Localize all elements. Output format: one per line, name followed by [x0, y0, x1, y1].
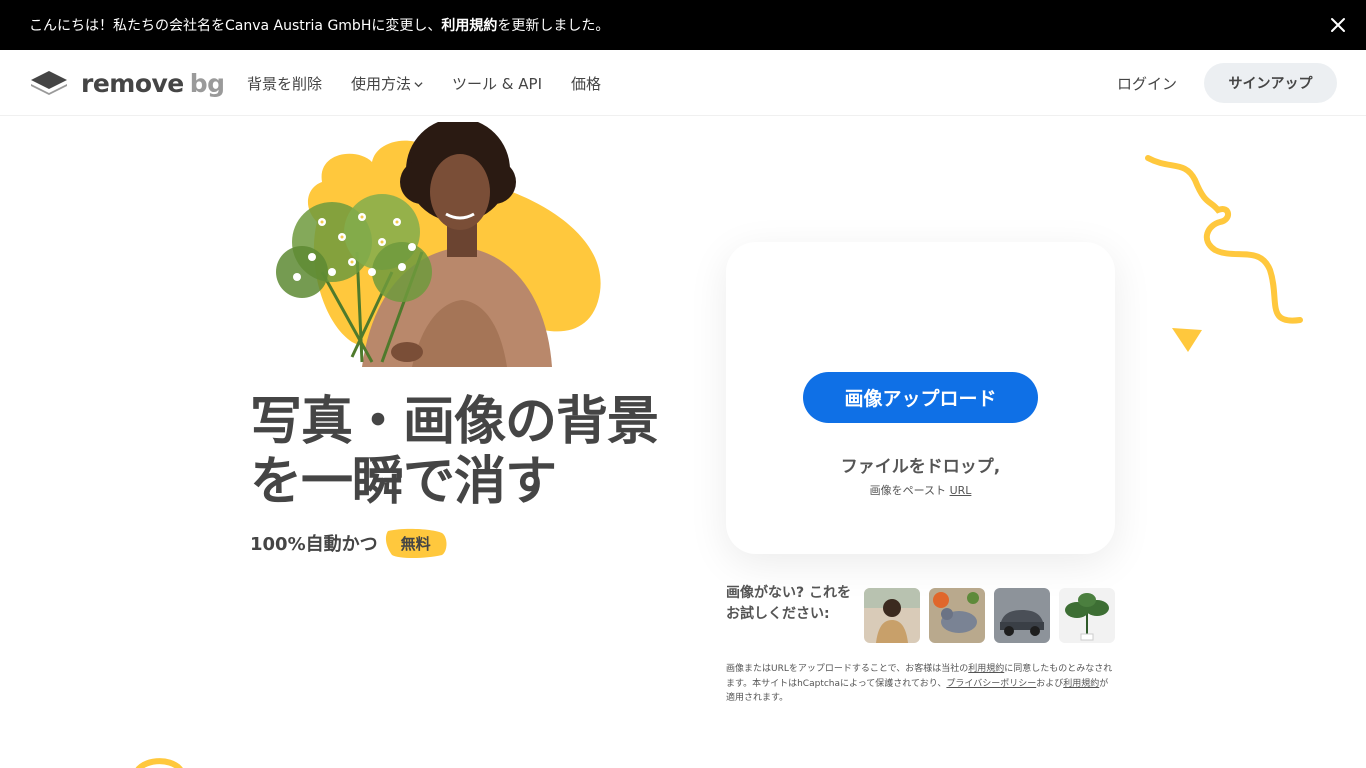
hero-image: [276, 122, 601, 367]
hero-subtitle: 100%自動かつ 無料: [250, 527, 448, 559]
legal-text: 画像またはURLをアップロードすることで、お客様は当社の利用規約に同意したものと…: [726, 662, 1116, 706]
close-icon[interactable]: [1328, 15, 1348, 35]
legal-privacy-link[interactable]: プライバシーポリシー: [946, 679, 1036, 689]
announcement-text-before: こんにちは！私たちの会社名をCanva Austria GmbHに変更し、: [29, 18, 442, 34]
legal-part-3: および: [1036, 678, 1064, 689]
drop-file-text: ファイルをドロップ,: [840, 457, 1001, 477]
sample-thumbnails: [864, 588, 1115, 643]
nav-pricing[interactable]: 価格: [571, 73, 601, 94]
legal-part-1: 画像またはURLをアップロードすることで、お客様は当社の: [726, 664, 969, 674]
headline-line-2: を一瞬で消す: [250, 452, 557, 512]
sample-person-thumbnail[interactable]: [864, 588, 920, 643]
paste-hint: 画像をペースト URL: [726, 482, 1115, 498]
paste-text: 画像をペースト: [869, 484, 947, 497]
logo-word-remove: remove: [81, 68, 184, 98]
nav-tools-api[interactable]: ツール & API: [452, 73, 542, 94]
nav-links: 背景を削除 使用方法 ツール & API 価格: [247, 50, 601, 116]
upload-image-button[interactable]: 画像アップロード: [803, 372, 1038, 423]
decorative-squiggle-icon: [1145, 155, 1303, 352]
top-navigation: remove bg 背景を削除 使用方法 ツール & API 価格 ログイン サイ…: [0, 50, 1366, 116]
subtitle-text: 100%自動かつ: [250, 534, 378, 555]
chevron-down-icon: [414, 81, 423, 87]
legal-terms-link-1[interactable]: 利用規約: [968, 664, 1004, 674]
nav-how-to-use-label: 使用方法: [351, 74, 412, 93]
hero-headline: 写真・画像の背景 を一瞬で消す: [250, 392, 710, 512]
legal-terms-link-2[interactable]: 利用規約: [1063, 679, 1099, 689]
no-image-prompt: 画像がない? これをお試しください:: [726, 585, 851, 622]
nav-remove-background[interactable]: 背景を削除: [247, 73, 322, 94]
headline-line-1: 写真・画像の背景: [250, 392, 659, 452]
login-link[interactable]: ログイン: [1117, 73, 1177, 94]
free-badge: 無料: [384, 527, 448, 559]
announcement-text-after: を更新しました。: [497, 18, 610, 34]
logo-icon: [31, 71, 67, 95]
free-badge-text: 無料: [400, 534, 431, 553]
terms-link[interactable]: 利用規約: [441, 15, 497, 35]
upload-card[interactable]: 画像アップロード ファイルをドロップ, 画像をペースト URL: [726, 242, 1115, 554]
decorative-arc-icon: [135, 758, 183, 768]
logo[interactable]: remove bg: [29, 68, 225, 98]
logo-wordmark: remove bg: [81, 69, 225, 98]
logo-word-bg: bg: [189, 68, 225, 98]
sample-pigeon-thumbnail[interactable]: [929, 588, 985, 643]
signup-button[interactable]: サインアップ: [1204, 63, 1337, 103]
announcement-bar: こんにちは！私たちの会社名をCanva Austria GmbHに変更し、 利用規…: [0, 0, 1366, 50]
sample-car-thumbnail[interactable]: [994, 588, 1050, 643]
paste-url-link[interactable]: URL: [950, 484, 972, 497]
nav-how-to-use[interactable]: 使用方法: [351, 73, 423, 94]
sample-plant-thumbnail[interactable]: [1059, 588, 1115, 643]
